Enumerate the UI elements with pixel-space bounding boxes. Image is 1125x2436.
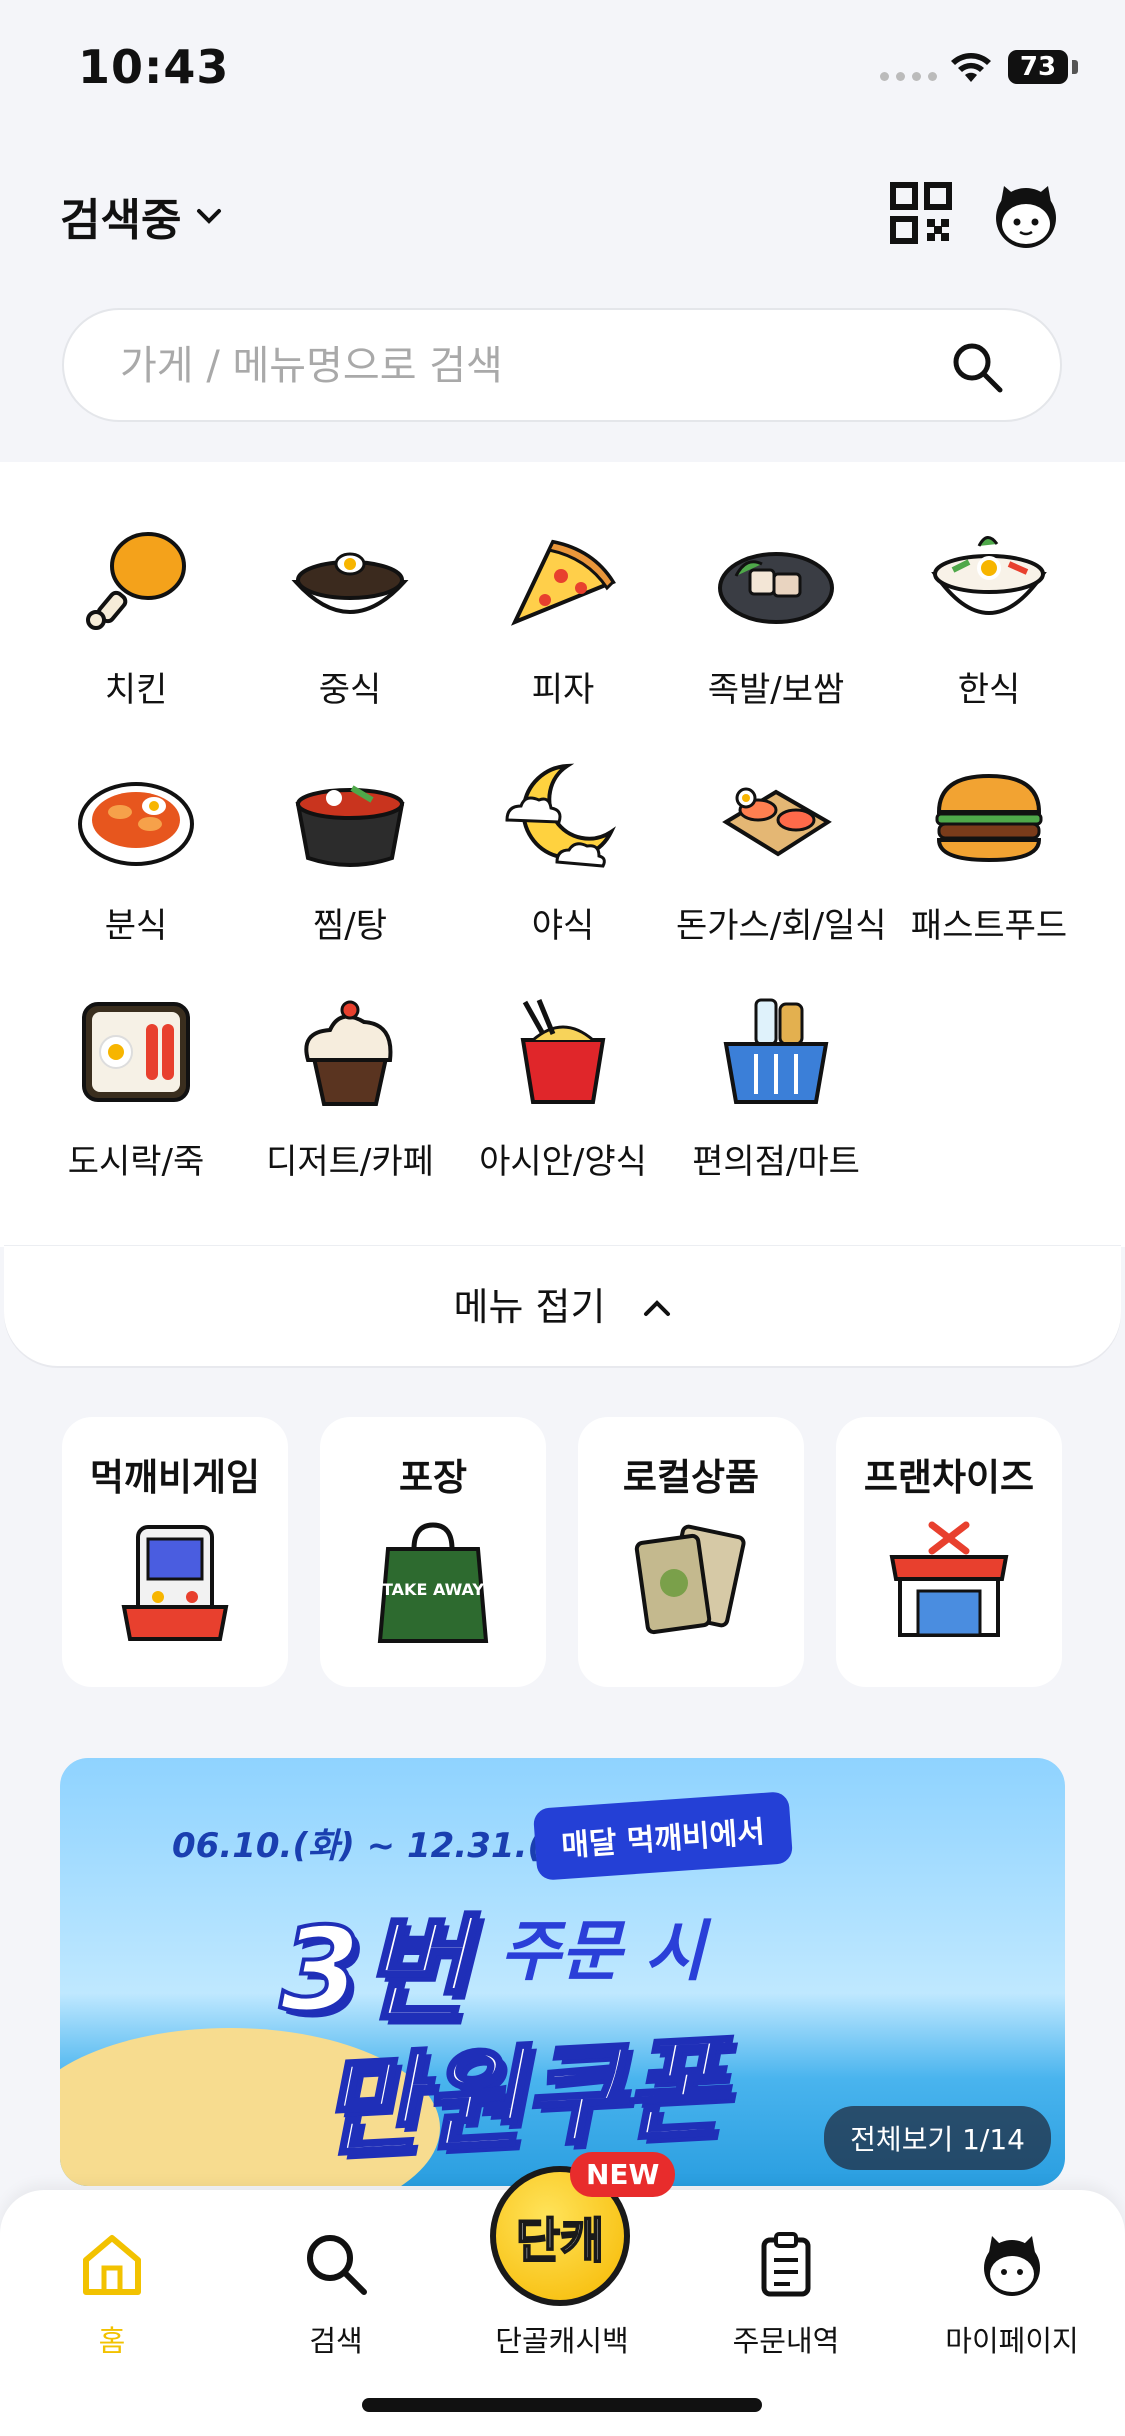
location-selector[interactable]: 검색중 [60, 184, 223, 248]
search-icon [307, 2235, 367, 2295]
sushi-icon [722, 787, 832, 857]
quick-menu-label: 포장 [398, 1456, 468, 1499]
category-label: 돈가스/회/일식 [676, 906, 887, 946]
promo-banner[interactable]: 06.10.(화) ~ 12.31.(수) 매달 먹깨비에서 3번 주문 시 만… [60, 1758, 1065, 2186]
quick-menu-takeout[interactable]: 포장 TAKE AWAY [320, 1417, 546, 1687]
category-label: 중식 [318, 670, 382, 710]
banner-headline-coupon: 만원쿠폰 [315, 2021, 730, 2174]
banner-date: 06.10.(화) ~ 12.31.(수) [172, 1826, 590, 1866]
chicken-icon [86, 532, 186, 630]
takeaway-bag-text: TAKE AWAY [382, 1580, 484, 1599]
wifi-icon [951, 53, 991, 82]
status-bar: 10:43 73 [0, 0, 1125, 130]
banner-bubble: 매달 먹깨비에서 [532, 1791, 793, 1881]
chevron-down-icon [197, 209, 222, 224]
category-label: 찜/탕 [312, 906, 387, 946]
quick-menu-label: 로컬상품 [622, 1456, 760, 1499]
category-label: 피자 [531, 670, 595, 710]
category-korean[interactable]: 한식 [889, 522, 1089, 711]
banner-headline-order: 주문 시 [500, 1913, 706, 1990]
bibimbap-icon [931, 536, 1047, 615]
search-icon[interactable] [950, 340, 1004, 394]
category-label: 아시안/양식 [479, 1142, 647, 1182]
status-time: 10:43 [78, 40, 230, 94]
character-face-icon [984, 2236, 1040, 2296]
quick-menu-franchise[interactable]: 프랜차이즈 [836, 1417, 1062, 1687]
category-stew[interactable]: 찜/탕 [250, 758, 450, 947]
burger-icon [935, 773, 1043, 863]
collapse-menu-row: 메뉴 접기 [4, 1276, 1121, 1331]
cupcake-icon [304, 1000, 393, 1106]
location-label: 검색중 [60, 195, 182, 246]
app-header: 검색중 [0, 170, 1125, 260]
collapse-menu-label: 메뉴 접기 [453, 1285, 606, 1329]
quick-menu-local[interactable]: 로컬상품 [578, 1417, 804, 1687]
category-lunchbox[interactable]: 도시락/죽 [36, 994, 236, 1183]
search-input[interactable] [118, 310, 922, 422]
shopping-basket-icon [723, 998, 829, 1104]
stew-pot-icon [295, 785, 405, 867]
category-bunsik[interactable]: 분식 [36, 758, 236, 947]
tab-orders[interactable]: 주문내역 [696, 2230, 876, 2360]
tab-label: 마이페이지 [945, 2324, 1079, 2358]
category-label: 패스트푸드 [910, 906, 1068, 946]
home-indicator [362, 2398, 762, 2412]
banner-view-all-button[interactable]: 전체보기 1/14 [824, 2106, 1051, 2170]
category-fastfood[interactable]: 패스트푸드 [889, 758, 1089, 947]
local-products-icon [634, 1524, 746, 1635]
tab-label: 단골캐시백 [495, 2324, 629, 2358]
tab-home[interactable]: 홈 [22, 2230, 202, 2360]
lunchbox-icon [82, 1002, 190, 1102]
arcade-game-icon [121, 1525, 229, 1641]
tab-mypage[interactable]: 마이페이지 [922, 2230, 1102, 2360]
category-label: 편의점/마트 [692, 1142, 860, 1182]
category-jokbal-bossam[interactable]: 족발/보쌈 [676, 522, 876, 711]
new-badge: NEW [570, 2152, 676, 2197]
tab-label: 주문내역 [732, 2324, 840, 2358]
search-bar[interactable] [62, 308, 1062, 422]
noodle-box-icon [520, 999, 606, 1104]
takeaway-bag-icon: TAKE AWAY [377, 1522, 489, 1643]
quick-menu-game[interactable]: 먹깨비게임 [62, 1417, 288, 1687]
category-late-night[interactable]: 야식 [463, 758, 663, 947]
quick-menu-label: 먹깨비게임 [89, 1456, 261, 1499]
jajangmyeon-icon [291, 552, 409, 614]
battery-indicator: 73 [1008, 50, 1068, 84]
category-asian-western[interactable]: 아시안/양식 [463, 994, 663, 1183]
character-face-icon[interactable] [990, 178, 1062, 250]
category-convenience[interactable]: 편의점/마트 [676, 994, 876, 1183]
pizza-icon [510, 539, 616, 626]
category-japanese[interactable]: 돈가스/회/일식 [676, 758, 887, 947]
collapse-menu-button[interactable]: 메뉴 접기 [4, 1245, 1121, 1366]
battery-cap [1072, 60, 1078, 74]
category-label: 한식 [957, 670, 1021, 710]
category-label: 분식 [104, 906, 168, 946]
tab-label: 홈 [98, 2324, 126, 2358]
category-chinese[interactable]: 중식 [250, 522, 450, 711]
franchise-store-icon [889, 1521, 1009, 1637]
category-label: 치킨 [104, 670, 168, 710]
category-panel: 치킨 중식 피자 족발/보쌈 한식 분식 찜/탕 야식 돈가스/회/일식 패스트… [0, 462, 1125, 1247]
category-label: 야식 [531, 906, 595, 946]
tab-label: 검색 [309, 2324, 363, 2358]
tteokbokki-icon [78, 782, 194, 866]
category-chicken[interactable]: 치킨 [36, 522, 236, 711]
category-pizza[interactable]: 피자 [463, 522, 663, 711]
clipboard-icon [761, 2232, 811, 2297]
qr-code-icon[interactable] [890, 182, 952, 244]
chevron-up-icon [643, 1300, 670, 1316]
bossam-icon [718, 552, 834, 624]
signal-dots-icon [880, 72, 937, 81]
category-dessert[interactable]: 디저트/카페 [250, 994, 450, 1183]
moon-icon [505, 763, 617, 868]
tab-search[interactable]: 검색 [246, 2230, 426, 2360]
category-label: 디저트/카페 [266, 1142, 434, 1182]
quick-menu-label: 프랜차이즈 [863, 1456, 1035, 1499]
category-label: 도시락/죽 [67, 1142, 205, 1182]
home-icon [83, 2235, 141, 2295]
category-label: 족발/보쌈 [707, 670, 845, 710]
